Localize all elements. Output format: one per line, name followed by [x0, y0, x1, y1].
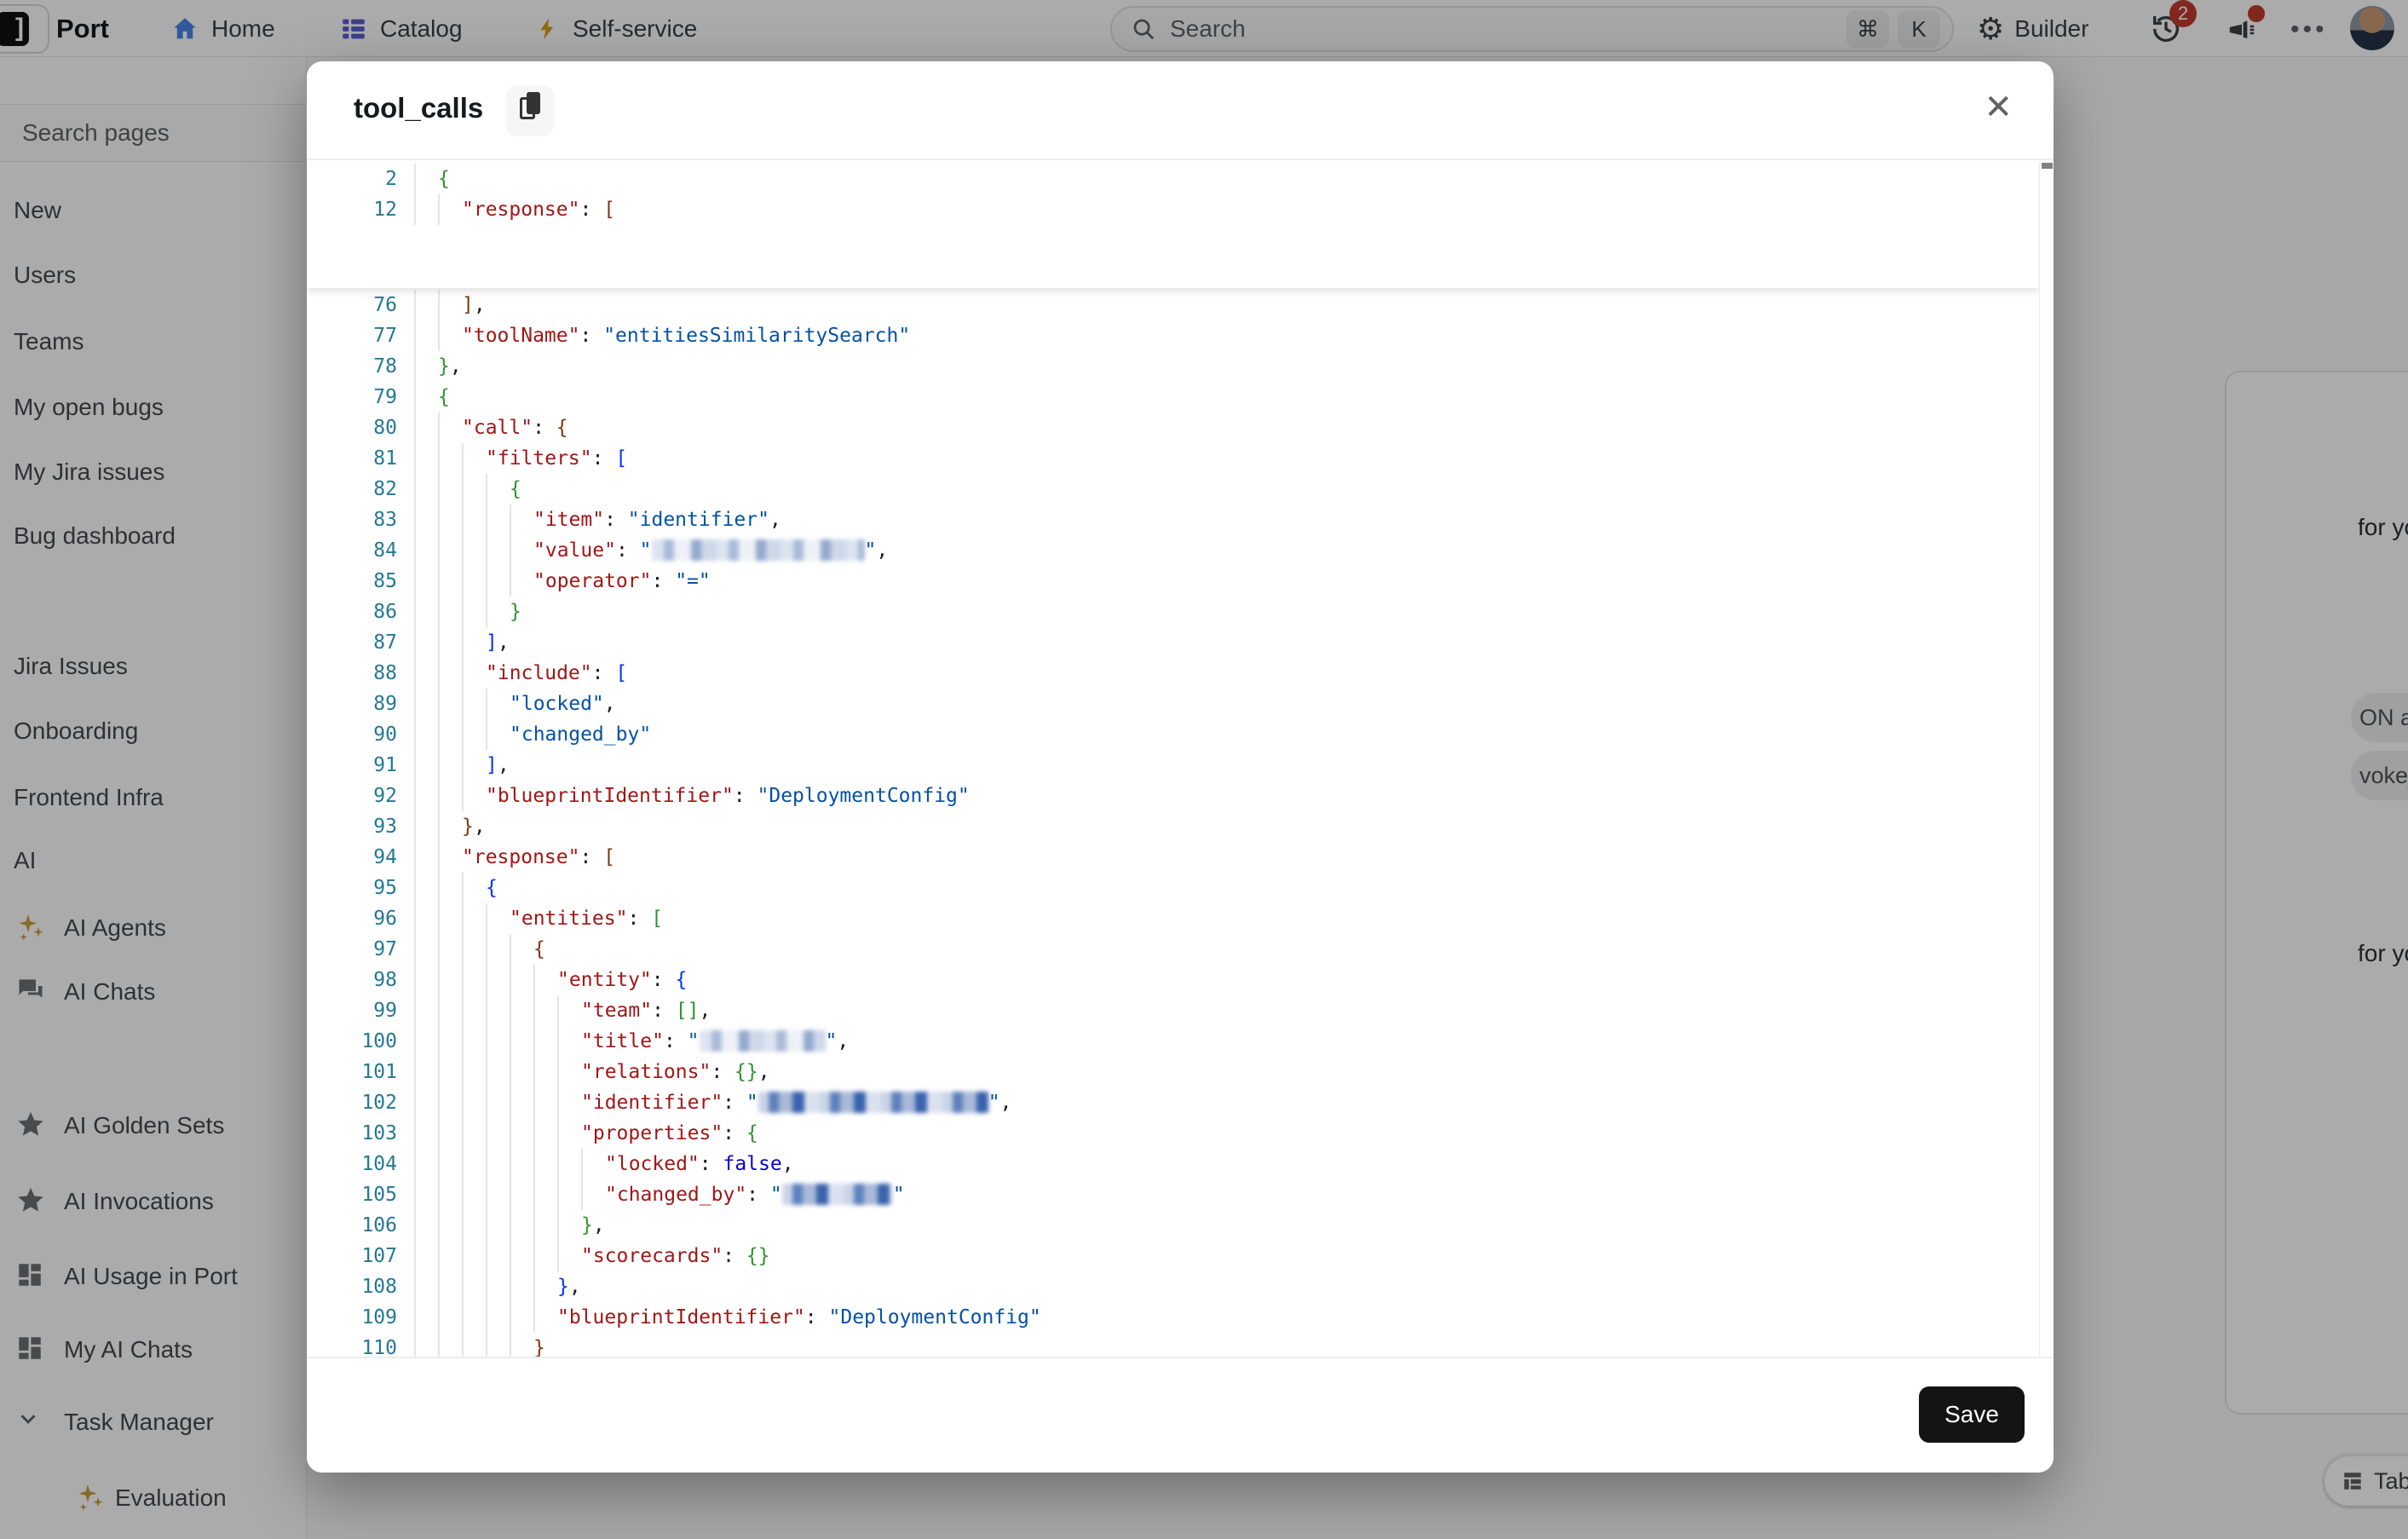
line-number: 93	[332, 811, 397, 842]
code-line-2: 2{	[307, 164, 2028, 194]
line-number: 76	[332, 290, 397, 320]
code-line-84: 84"value": "",	[307, 535, 2028, 566]
modal-title: tool_calls	[354, 92, 483, 124]
code-line-97: 97{	[307, 934, 2028, 965]
code-line-104: 104"locked": false,	[307, 1149, 2028, 1179]
line-number: 105	[332, 1179, 397, 1210]
line-number: 84	[332, 535, 397, 566]
code-line-92: 92"blueprintIdentifier": "DeploymentConf…	[307, 781, 2028, 811]
line-number: 95	[332, 873, 397, 903]
code-line-108: 108},	[307, 1271, 2028, 1302]
line-number: 94	[332, 842, 397, 873]
code-line-98: 98"entity": {	[307, 965, 2028, 995]
editor-scrollbar[interactable]	[2039, 162, 2053, 1357]
line-number: 78	[332, 351, 397, 382]
code-line-95: 95{	[307, 873, 2028, 903]
line-number: 89	[332, 689, 397, 719]
code-line-12: 12"response": [	[307, 194, 2028, 225]
code-line-90: 90"changed_by"	[307, 719, 2028, 750]
line-number: 83	[332, 504, 397, 535]
modal-header: tool_calls ✕	[307, 61, 2054, 160]
line-number: 82	[332, 474, 397, 504]
screen: ] Port HomeCatalogSelf-service Search ⌘ …	[0, 0, 2408, 1539]
redacted-value	[758, 1092, 988, 1113]
code-line-103: 103"properties": {	[307, 1118, 2028, 1149]
code-line-86: 86}	[307, 597, 2028, 627]
code-line-106: 106},	[307, 1210, 2028, 1241]
code-line-87: 87],	[307, 627, 2028, 658]
line-number: 2	[332, 164, 397, 194]
line-number: 99	[332, 995, 397, 1026]
code-line-105: 105"changed_by": ""	[307, 1179, 2028, 1210]
line-number: 79	[332, 382, 397, 412]
line-number: 106	[332, 1210, 397, 1241]
json-editor[interactable]: 2{12"response": [ 76],77"toolName": "ent…	[307, 162, 2054, 1357]
code-line-81: 81"filters": [	[307, 443, 2028, 474]
copy-icon	[520, 97, 535, 119]
line-number: 96	[332, 903, 397, 934]
code-line-83: 83"item": "identifier",	[307, 504, 2028, 535]
line-number: 80	[332, 412, 397, 443]
code-line-88: 88"include": [	[307, 658, 2028, 689]
code-line-78: 78},	[307, 351, 2028, 382]
code-line-102: 102"identifier": "",	[307, 1087, 2028, 1118]
line-number: 110	[332, 1333, 397, 1357]
redacted-value	[652, 539, 865, 561]
code-line-94: 94"response": [	[307, 842, 2028, 873]
code-line-76: 76],	[307, 290, 2028, 320]
code-line-91: 91],	[307, 750, 2028, 781]
sticky-context-lines: 2{12"response": [	[307, 162, 2038, 288]
scrollbar-thumb[interactable]	[2042, 163, 2053, 169]
redacted-value	[700, 1030, 826, 1052]
save-button[interactable]: Save	[1919, 1386, 2025, 1443]
code-line-89: 89"locked",	[307, 689, 2028, 719]
code-line-109: 109"blueprintIdentifier": "DeploymentCon…	[307, 1302, 2028, 1333]
modal-footer: Save	[307, 1357, 2054, 1473]
line-number: 88	[332, 658, 397, 689]
line-number: 109	[332, 1302, 397, 1333]
line-number: 107	[332, 1241, 397, 1271]
tool-calls-modal: tool_calls ✕ 2{12"response": [ 76],77"to…	[307, 61, 2054, 1473]
code-line-82: 82{	[307, 474, 2028, 504]
code-line-93: 93},	[307, 811, 2028, 842]
code-line-100: 100"title": "",	[307, 1026, 2028, 1057]
code-line-80: 80"call": {	[307, 412, 2028, 443]
line-number: 108	[332, 1271, 397, 1302]
code-line-85: 85"operator": "="	[307, 566, 2028, 597]
line-number: 97	[332, 934, 397, 965]
line-number: 102	[332, 1087, 397, 1118]
line-number: 103	[332, 1118, 397, 1149]
line-number: 87	[332, 627, 397, 658]
line-number: 91	[332, 750, 397, 781]
code-line-79: 79{	[307, 382, 2028, 412]
line-number: 86	[332, 597, 397, 627]
line-number: 101	[332, 1057, 397, 1087]
code-line-77: 77"toolName": "entitiesSimilaritySearch"	[307, 320, 2028, 351]
line-number: 90	[332, 719, 397, 750]
line-number: 104	[332, 1149, 397, 1179]
code-line-99: 99"team": [],	[307, 995, 2028, 1026]
line-number: 92	[332, 781, 397, 811]
line-number: 81	[332, 443, 397, 474]
redacted-value	[782, 1184, 893, 1205]
copy-button[interactable]	[506, 85, 554, 136]
code-line-101: 101"relations": {},	[307, 1057, 2028, 1087]
code-line-107: 107"scorecards": {}	[307, 1241, 2028, 1271]
code-line-110: 110}	[307, 1333, 2028, 1357]
line-number: 77	[332, 320, 397, 351]
close-icon[interactable]: ✕	[1984, 90, 2013, 124]
code-line-96: 96"entities": [	[307, 903, 2028, 934]
line-number: 100	[332, 1026, 397, 1057]
line-number: 98	[332, 965, 397, 995]
line-number: 12	[332, 194, 397, 225]
line-number: 85	[332, 566, 397, 597]
